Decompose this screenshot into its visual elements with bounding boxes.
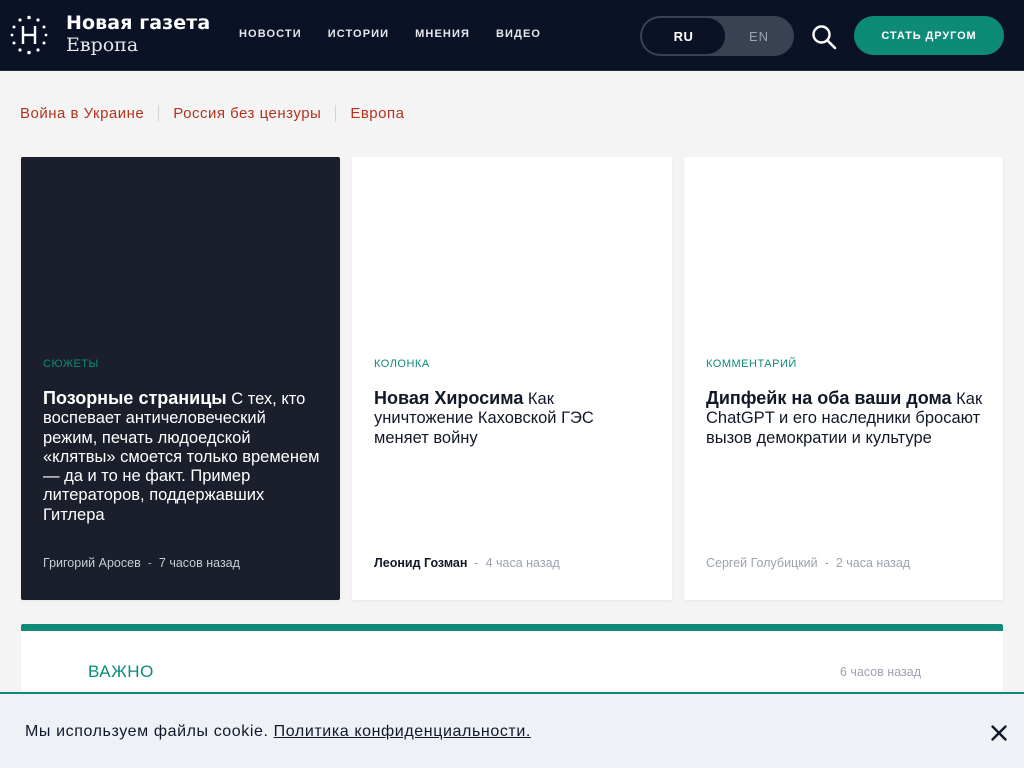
card-category[interactable]: КОЛОНКА bbox=[374, 358, 430, 370]
article-card[interactable]: КОММЕНТАРИЙ Дипфейк на оба ваши дома Как… bbox=[684, 157, 1003, 600]
search-icon[interactable] bbox=[811, 24, 837, 50]
main-nav: НОВОСТИ ИСТОРИИ МНЕНИЯ ВИДЕО bbox=[239, 28, 541, 40]
card-author[interactable]: Сергей Голубицкий bbox=[706, 556, 818, 570]
card-meta: Григорий Аросев - 7 часов назад bbox=[43, 556, 240, 570]
site-logo[interactable]: Новая газета Европа bbox=[10, 14, 210, 55]
card-title-bold: Позорные страницы bbox=[43, 388, 227, 408]
article-card[interactable]: КОЛОНКА Новая Хиросима Как уничтожение К… bbox=[352, 157, 672, 600]
divider bbox=[335, 105, 337, 122]
topic-link-ukraine-war[interactable]: Война в Украине bbox=[20, 105, 144, 122]
card-title[interactable]: Новая Хиросима Как уничтожение Каховской… bbox=[374, 388, 652, 448]
logo-line-1: Новая газета bbox=[66, 12, 211, 34]
card-meta: Сергей Голубицкий - 2 часа назад bbox=[706, 556, 910, 570]
important-time: 6 часов назад bbox=[839, 665, 921, 679]
privacy-policy-link[interactable]: Политика конфиденциальности. bbox=[274, 723, 531, 740]
card-title[interactable]: Дипфейк на оба ваши дома Как ChatGPT и е… bbox=[706, 388, 983, 448]
lang-en-button[interactable]: EN bbox=[726, 18, 792, 54]
cookie-message: Мы используем файлы cookie. bbox=[25, 723, 269, 740]
logo-line-2: Европа bbox=[66, 34, 139, 56]
card-time: 2 часа назад bbox=[835, 556, 911, 570]
nav-video[interactable]: ВИДЕО bbox=[496, 28, 541, 40]
important-label: ВАЖНО bbox=[88, 662, 154, 681]
card-time: 4 часа назад bbox=[485, 556, 560, 570]
logo-text: Новая газета Европа bbox=[66, 14, 210, 55]
logo-n-icon bbox=[10, 15, 48, 55]
topic-links: Война в Украине Россия без цензуры Европ… bbox=[20, 105, 404, 122]
article-card[interactable]: СЮЖЕТЫ Позорные страницы С тех, кто восп… bbox=[21, 157, 340, 600]
card-author[interactable]: Леонид Гозман bbox=[374, 556, 467, 570]
cookie-banner: Мы используем файлы cookie. Политика кон… bbox=[0, 692, 1024, 768]
close-icon[interactable] bbox=[990, 724, 1008, 742]
card-meta: Леонид Гозман - 4 часа назад bbox=[374, 556, 560, 570]
card-title-bold: Дипфейк на оба ваши дома bbox=[706, 388, 952, 408]
card-time: 7 часов назад bbox=[158, 556, 240, 570]
cookie-text: Мы используем файлы cookie. Политика кон… bbox=[25, 723, 531, 741]
card-category[interactable]: СЮЖЕТЫ bbox=[43, 358, 99, 370]
nav-stories[interactable]: ИСТОРИИ bbox=[328, 28, 389, 40]
card-category[interactable]: КОММЕНТАРИЙ bbox=[706, 358, 797, 370]
lang-ru-button[interactable]: RU bbox=[642, 18, 725, 54]
meta-separator: - bbox=[147, 556, 152, 570]
nav-opinions[interactable]: МНЕНИЯ bbox=[415, 28, 470, 40]
meta-separator: - bbox=[474, 556, 479, 570]
card-title-rest: С тех, кто воспевает античеловеческий ре… bbox=[43, 390, 320, 524]
card-title-bold: Новая Хиросима bbox=[374, 388, 524, 408]
site-header: Новая газета Европа НОВОСТИ ИСТОРИИ МНЕН… bbox=[0, 0, 1024, 71]
divider bbox=[158, 105, 160, 122]
language-switch: RU EN bbox=[640, 16, 794, 56]
nav-news[interactable]: НОВОСТИ bbox=[239, 28, 302, 40]
meta-separator: - bbox=[824, 556, 829, 570]
topic-link-russia-uncensored[interactable]: Россия без цензуры bbox=[173, 105, 321, 122]
topic-link-europe[interactable]: Европа bbox=[350, 105, 404, 122]
card-author[interactable]: Григорий Аросев bbox=[43, 556, 141, 570]
become-friend-button[interactable]: СТАТЬ ДРУГОМ bbox=[854, 16, 1004, 55]
card-title[interactable]: Позорные страницы С тех, кто воспевает а… bbox=[43, 388, 320, 525]
